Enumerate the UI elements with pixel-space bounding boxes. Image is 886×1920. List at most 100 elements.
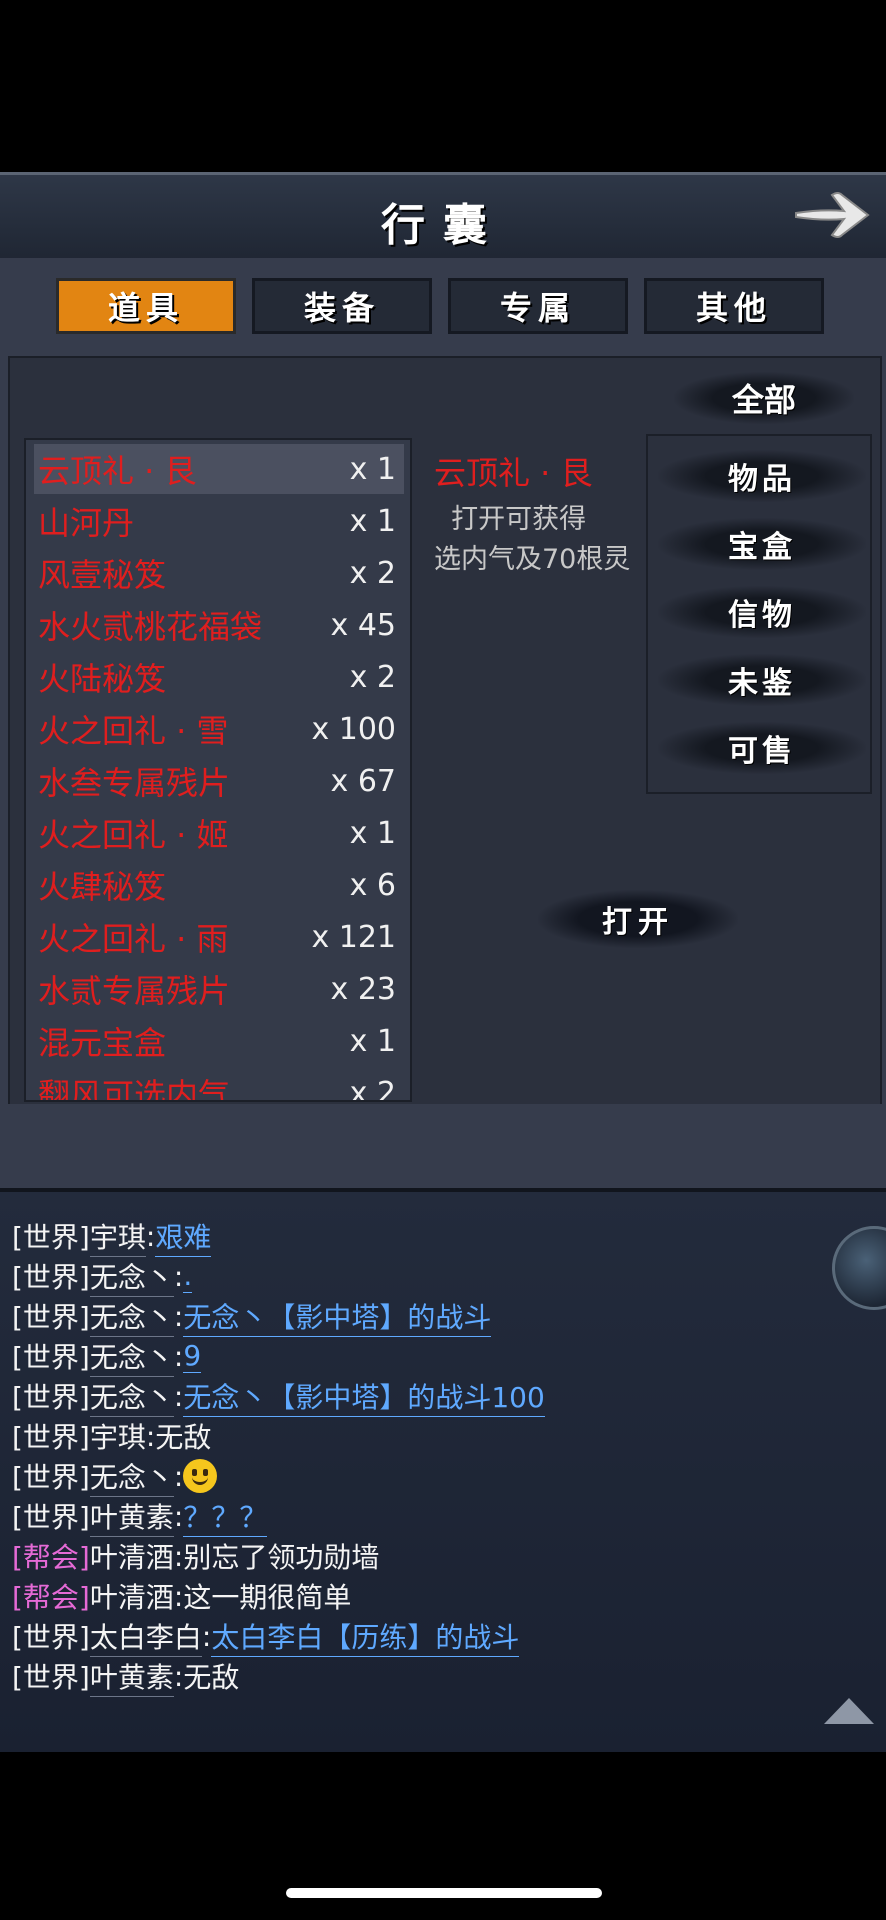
panel-footer bbox=[0, 1104, 886, 1188]
detail-description: 打开可获得 选内气及70根灵 bbox=[434, 504, 631, 575]
triangle-up-icon[interactable] bbox=[822, 1696, 876, 1726]
item-name: 山河丹 bbox=[38, 504, 135, 542]
item-quantity: x 2 bbox=[349, 659, 396, 695]
item-name: 云顶礼 · 艮 bbox=[38, 452, 197, 490]
filter-treasure-box[interactable]: 宝盒 bbox=[658, 518, 866, 570]
separator: : bbox=[173, 1299, 184, 1333]
channel-tag: [世界] bbox=[12, 1501, 90, 1534]
separator: : bbox=[145, 1419, 156, 1453]
channel-tag: [世界] bbox=[12, 1661, 90, 1694]
open-button[interactable]: 打开 bbox=[538, 890, 738, 948]
chat-link[interactable]: . bbox=[183, 1259, 193, 1293]
filter-sellable[interactable]: 可售 bbox=[658, 722, 866, 774]
chat-message: [帮会] 叶清酒 : 这一期很简单 bbox=[12, 1576, 351, 1616]
tab-equipment[interactable]: 装备 bbox=[252, 278, 432, 334]
item-name: 翻风可选内气 bbox=[38, 1076, 231, 1102]
channel-tag: [世界] bbox=[12, 1621, 90, 1654]
item-list[interactable]: 云顶礼 · 艮 x 1 山河丹 x 1 风壹秘笈 x 2 水火贰桃花福袋 x 4… bbox=[24, 438, 412, 1102]
chat-sender[interactable]: 太白李白 bbox=[89, 1616, 202, 1657]
chat-link[interactable]: 9 bbox=[183, 1339, 202, 1373]
chat-sender[interactable]: 宇琪 bbox=[89, 1216, 146, 1257]
item-detail: 云顶礼 · 艮 打开可获得 选内气及70根灵 bbox=[420, 438, 654, 738]
category-filter-list: 物品 宝盒 信物 未鉴 可售 bbox=[646, 434, 872, 794]
channel-tag: [世界] bbox=[12, 1341, 90, 1374]
item-quantity: x 67 bbox=[330, 763, 396, 799]
item-quantity: x 121 bbox=[311, 919, 396, 955]
channel-tag: [帮会] bbox=[12, 1581, 90, 1614]
chat-sender[interactable]: 无念丶 bbox=[89, 1296, 174, 1337]
chat-message: [世界] 无念丶 : 无念丶【影中塔】的战斗 bbox=[12, 1296, 492, 1337]
tab-exclusive[interactable]: 专属 bbox=[448, 278, 628, 334]
home-indicator[interactable] bbox=[286, 1888, 602, 1898]
chat-message: [帮会] 叶清酒 : 别忘了领功勋墙 bbox=[12, 1536, 379, 1576]
chat-message: [世界] 无念丶 : 9 bbox=[12, 1336, 202, 1377]
chat-sender[interactable]: 叶黄素 bbox=[89, 1656, 174, 1697]
separator: : bbox=[145, 1219, 156, 1253]
channel-tag: [世界] bbox=[12, 1381, 90, 1414]
chat-message: [世界] 无念丶 : . bbox=[12, 1256, 193, 1297]
tab-other[interactable]: 其他 bbox=[644, 278, 824, 334]
chat-sender[interactable]: 叶清酒 bbox=[90, 1536, 174, 1576]
item-name: 火之回礼 · 雨 bbox=[38, 920, 229, 958]
item-name: 火之回礼 · 雪 bbox=[38, 712, 229, 750]
separator: : bbox=[173, 1259, 184, 1293]
filter-all-button[interactable]: 全部 bbox=[674, 372, 854, 424]
list-item[interactable]: 火之回礼 · 姬 x 1 bbox=[34, 808, 404, 858]
item-quantity: x 1 bbox=[349, 503, 396, 539]
list-item[interactable]: 水火贰桃花福袋 x 45 bbox=[34, 600, 404, 650]
list-item[interactable]: 风壹秘笈 x 2 bbox=[34, 548, 404, 598]
list-item[interactable]: 火之回礼 · 雪 x 100 bbox=[34, 704, 404, 754]
chat-link[interactable]: 无念丶【影中塔】的战斗 bbox=[183, 1296, 492, 1337]
chat-message: [世界] 叶黄素 : 无敌 bbox=[12, 1656, 240, 1697]
item-quantity: x 100 bbox=[311, 711, 396, 747]
item-quantity: x 45 bbox=[330, 607, 396, 643]
channel-tag: [世界] bbox=[12, 1421, 90, 1454]
inventory-content: 全部 云顶礼 · 艮 x 1 山河丹 x 1 风壹秘笈 x 2 水火贰桃花福袋 … bbox=[8, 356, 882, 1108]
filter-goods[interactable]: 物品 bbox=[658, 450, 866, 502]
filter-unidentified[interactable]: 未鉴 bbox=[658, 654, 866, 706]
chat-sender[interactable]: 无念丶 bbox=[89, 1456, 174, 1497]
chat-sender[interactable]: 宇琪 bbox=[90, 1416, 146, 1456]
list-item[interactable]: 火陆秘笈 x 2 bbox=[34, 652, 404, 702]
chat-sender[interactable]: 无念丶 bbox=[89, 1376, 174, 1417]
tab-items[interactable]: 道具 bbox=[56, 278, 236, 334]
list-item[interactable]: 翻风可选内气 x 2 bbox=[34, 1068, 404, 1102]
chat-text: 无敌 bbox=[183, 1661, 240, 1694]
list-item[interactable]: 云顶礼 · 艮 x 1 bbox=[34, 444, 404, 494]
chat-sender[interactable]: 叶清酒 bbox=[90, 1576, 174, 1616]
separator: : bbox=[173, 1339, 184, 1373]
list-item[interactable]: 混元宝盒 x 1 bbox=[34, 1016, 404, 1066]
chat-sender[interactable]: 叶黄素 bbox=[89, 1496, 174, 1537]
item-name: 混元宝盒 bbox=[38, 1024, 167, 1062]
chat-window[interactable]: [世界] 宇琪 : 艰难 [世界] 无念丶 : . [世界] 无念丶 : 无念丶… bbox=[0, 1188, 886, 1752]
item-name: 水贰专属残片 bbox=[38, 972, 231, 1010]
arrow-right-icon[interactable] bbox=[792, 183, 872, 247]
item-quantity: x 6 bbox=[349, 867, 396, 903]
channel-tag: [世界] bbox=[12, 1261, 90, 1294]
item-quantity: x 1 bbox=[349, 815, 396, 851]
chat-sender[interactable]: 无念丶 bbox=[89, 1336, 174, 1377]
channel-tag: [世界] bbox=[12, 1221, 90, 1254]
bag-header: 行囊 bbox=[0, 172, 886, 265]
list-item[interactable]: 水贰专属残片 x 23 bbox=[34, 964, 404, 1014]
list-item[interactable]: 水叁专属残片 x 67 bbox=[34, 756, 404, 806]
chat-sender[interactable]: 无念丶 bbox=[89, 1256, 174, 1297]
chat-message: [世界] 叶黄素 : ？？？ bbox=[12, 1496, 268, 1537]
chat-link[interactable]: 太白李白【历练】的战斗 bbox=[211, 1616, 520, 1657]
separator: : bbox=[173, 1459, 184, 1493]
item-name: 水叁专属残片 bbox=[38, 764, 231, 802]
chat-link[interactable]: 无念丶【影中塔】的战斗100 bbox=[183, 1376, 545, 1417]
chat-link[interactable]: ？？？ bbox=[183, 1496, 268, 1537]
list-item[interactable]: 火肆秘笈 x 6 bbox=[34, 860, 404, 910]
list-item[interactable]: 山河丹 x 1 bbox=[34, 496, 404, 546]
filter-token[interactable]: 信物 bbox=[658, 586, 866, 638]
page-title: 行囊 bbox=[381, 200, 505, 251]
smiling-face-icon bbox=[183, 1459, 218, 1493]
list-item[interactable]: 火之回礼 · 雨 x 121 bbox=[34, 912, 404, 962]
chat-link[interactable]: 艰难 bbox=[155, 1216, 212, 1257]
item-quantity: x 2 bbox=[349, 1075, 396, 1102]
separator: : bbox=[173, 1579, 184, 1613]
bag-panel: 道具 装备 专属 其他 全部 云顶礼 · 艮 x 1 山河丹 x 1 风壹秘笈 … bbox=[0, 258, 886, 1188]
channel-tag: [帮会] bbox=[12, 1541, 90, 1574]
separator: : bbox=[173, 1499, 184, 1533]
